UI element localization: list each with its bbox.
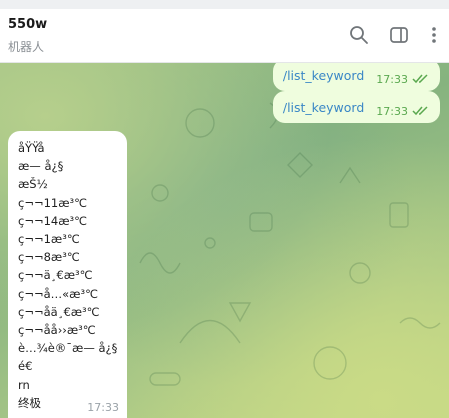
more-menu-button[interactable]: [422, 23, 446, 47]
message-line: ç¬¬1æ³℃: [18, 232, 80, 247]
search-button[interactable]: [347, 23, 371, 47]
message-line: ç¬¬å…«æ³℃: [18, 286, 98, 301]
sidebar-toggle-button[interactable]: [387, 23, 411, 47]
window-top-strip: [0, 0, 449, 9]
chat-title[interactable]: 550w: [8, 17, 47, 32]
message-line: é€: [18, 359, 33, 374]
message-time: 17:33: [87, 401, 119, 414]
sidebar-toggle-icon: [390, 27, 408, 43]
more-vertical-icon: [432, 27, 436, 43]
incoming-message[interactable]: åŸŸå æ— å¿§ æŠ½ ç¬¬11æ³℃ ç¬¬14æ³℃ ç¬¬1æ³…: [8, 131, 127, 418]
message-line: åŸŸå: [18, 141, 45, 155]
chat-header: 550w 机器人: [0, 9, 449, 63]
message-line: ç¬¬14æ³℃: [18, 213, 88, 228]
command-link[interactable]: /list_keyword: [283, 100, 364, 115]
message-line: è…¾è®¯æ— å¿§: [18, 341, 117, 356]
message-line: æŠ½: [18, 177, 48, 192]
message-line: ç¬¬11æ³℃: [18, 195, 88, 210]
message-line: æ— å¿§: [18, 159, 64, 174]
message-line: ç¬¬åå››æ³℃: [18, 323, 96, 338]
search-icon: [350, 26, 368, 44]
message-line: ç¬¬åä¸€æ³℃: [18, 304, 100, 319]
message-line: ç¬¬ä¸€æ³℃: [18, 268, 93, 283]
double-check-icon: [412, 106, 428, 116]
message-meta: 17:33: [376, 105, 430, 118]
message-time: 17:33: [376, 104, 408, 118]
chat-area[interactable]: /list_keyword 17:33 /list_keyword 17:33 …: [0, 63, 449, 418]
outgoing-message[interactable]: /list_keyword 17:33: [272, 63, 440, 91]
message-time: 17:33: [376, 72, 408, 86]
command-link[interactable]: /list_keyword: [283, 68, 364, 83]
chat-subtitle: 机器人: [8, 40, 45, 54]
message-line: ç¬¬8æ³℃: [18, 250, 80, 265]
outgoing-message[interactable]: /list_keyword 17:33: [272, 91, 440, 123]
message-meta: 17:33: [376, 73, 430, 86]
message-line: rn: [18, 377, 30, 392]
double-check-icon: [412, 74, 428, 84]
